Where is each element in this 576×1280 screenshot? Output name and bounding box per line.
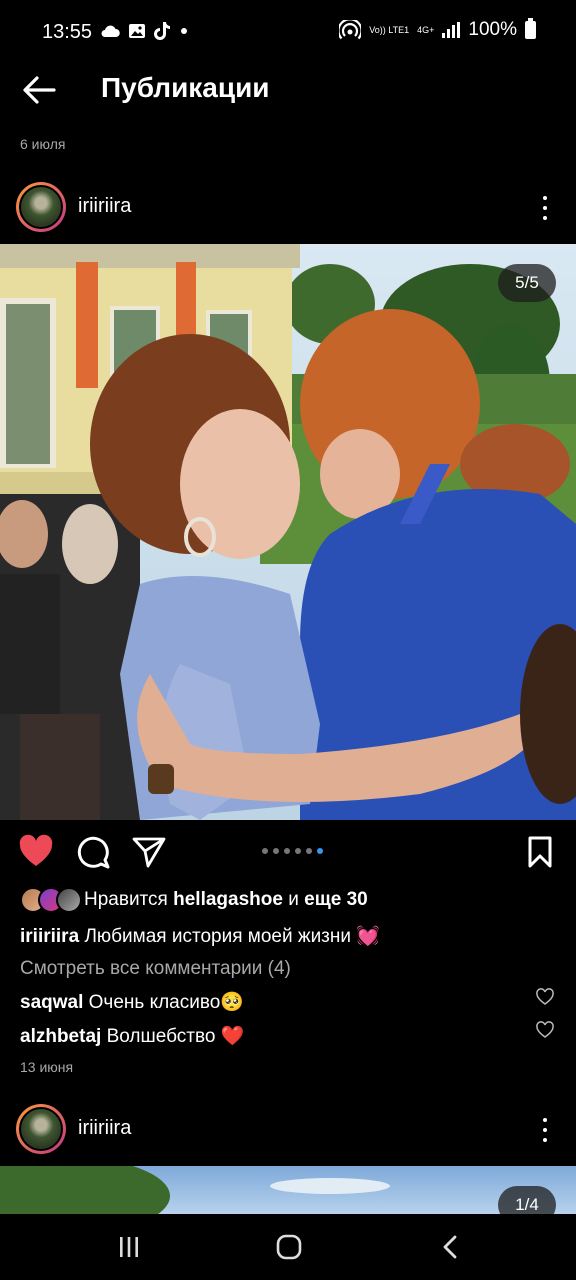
comment-text: Волшебство ❤️ <box>106 1026 245 1047</box>
likes-and: и <box>288 889 299 910</box>
notification-icons <box>100 21 188 41</box>
avatar[interactable] <box>16 182 66 232</box>
volte-indicator: Vo)) LTE1 <box>369 24 410 35</box>
comment-icon[interactable] <box>75 834 111 870</box>
battery-percent: 100% <box>468 19 517 40</box>
app-header: Публикации <box>0 64 576 116</box>
likes-prefix: Нравится <box>84 889 168 910</box>
hotspot-icon <box>339 20 362 40</box>
more-options-icon[interactable] <box>536 194 554 222</box>
status-time: 13:55 <box>42 21 93 43</box>
post-header: iriiriira <box>0 1104 576 1162</box>
post-date-previous: 6 июля <box>20 136 66 152</box>
comment-like-heart-icon[interactable] <box>536 1021 554 1039</box>
photo-image <box>0 1166 390 1214</box>
comment-username[interactable]: alzhbetaj <box>20 1026 101 1047</box>
battery-icon <box>525 18 536 39</box>
likes-user[interactable]: hellagashoe <box>173 889 283 911</box>
carousel-dots <box>262 848 323 854</box>
slide-counter: 5/5 <box>498 264 556 302</box>
slide-counter: 1/4 <box>498 1186 556 1214</box>
caption-text: Любимая история моей жизни 💓 <box>84 926 380 947</box>
caption-username[interactable]: iriiriira <box>20 926 79 947</box>
photo-image <box>0 244 576 820</box>
post-actions <box>0 830 576 874</box>
recent-apps-icon[interactable] <box>116 1234 142 1260</box>
share-icon[interactable] <box>131 834 167 870</box>
dot-icon <box>181 28 187 34</box>
home-icon[interactable] <box>276 1234 302 1260</box>
view-all-comments-link[interactable]: Смотреть все комментарии (4) <box>20 958 291 980</box>
comment-like-heart-icon[interactable] <box>536 988 554 1006</box>
back-arrow-icon[interactable] <box>20 72 58 108</box>
post-caption: iriiriira Любимая история моей жизни 💓 <box>20 924 380 948</box>
network-type: 4G+ <box>417 24 435 35</box>
like-heart-icon[interactable] <box>18 834 54 870</box>
status-bar: 13:55 Vo)) LTE1 4G+ 100% <box>0 0 576 64</box>
post-date: 13 июня <box>20 1059 74 1075</box>
system-nav-bar <box>0 1214 576 1280</box>
post-username[interactable]: iriiriira <box>78 1117 131 1140</box>
post-header: iriiriira <box>0 182 576 240</box>
back-nav-icon[interactable] <box>440 1234 462 1260</box>
likes-others[interactable]: еще 30 <box>304 889 368 911</box>
tiktok-icon <box>154 22 170 40</box>
signal-icon <box>442 22 461 38</box>
post-username[interactable]: iriiriira <box>78 195 131 218</box>
more-options-icon[interactable] <box>536 1116 554 1144</box>
cloud-icon <box>101 25 120 37</box>
comment-text: Очень класиво🥺 <box>88 992 244 1013</box>
comment-row: saqwal Очень класиво🥺 <box>20 990 244 1014</box>
avatar[interactable] <box>16 1104 66 1154</box>
status-right: Vo)) LTE1 4G+ 100% <box>339 18 536 41</box>
page-title: Публикации <box>101 72 270 103</box>
liker-avatars <box>20 887 82 913</box>
comment-row: alzhbetaj Волшебство ❤️ <box>20 1024 244 1048</box>
post-photo[interactable]: 5/5 <box>0 244 576 820</box>
gallery-icon <box>129 24 145 38</box>
bookmark-icon[interactable] <box>522 834 558 870</box>
comment-username[interactable]: saqwal <box>20 992 83 1013</box>
likes-row[interactable]: Нравится hellagashoe и еще 30 <box>20 886 368 914</box>
post-photo[interactable]: 1/4 <box>0 1166 576 1214</box>
